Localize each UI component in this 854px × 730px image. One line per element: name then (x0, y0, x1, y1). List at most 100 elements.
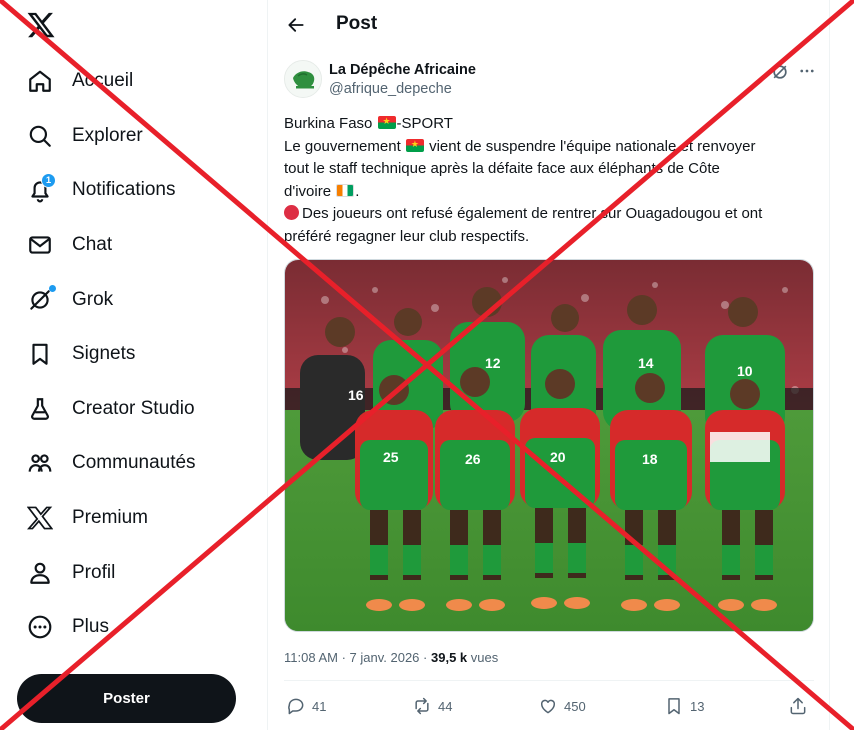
post-header: Post (268, 0, 830, 50)
repost-count: 44 (438, 698, 453, 714)
bell-icon: 1 (26, 173, 56, 204)
svg-text:14: 14 (638, 355, 654, 371)
nav-label-grok: Grok (72, 288, 114, 310)
people-icon (26, 449, 54, 477)
person-icon (26, 559, 54, 587)
nav-item-profile[interactable]: Profil (0, 545, 268, 600)
tweet-date[interactable]: 7 janv. 2026 (350, 650, 420, 665)
burkina-flag-icon (405, 138, 424, 152)
tweet-text-segment: Burkina Faso (284, 115, 377, 132)
search-icon (26, 122, 54, 150)
arrow-left-icon (288, 18, 304, 32)
nav-label-communities: Communautés (72, 452, 196, 474)
grok-icon (773, 65, 787, 79)
tweet-photo[interactable]: 16 12 14 10 25 26 20 18 (284, 259, 814, 632)
nav-item-bookmarks[interactable]: Signets (0, 327, 268, 382)
post-button[interactable]: Poster (17, 674, 236, 723)
team-photo: 16 12 14 10 25 26 20 18 (285, 260, 813, 631)
views-label: vues (470, 650, 499, 665)
tweet-line: Le gouvernement vient de suspendre l'équ… (284, 136, 816, 159)
grok-explain-button[interactable] (770, 62, 792, 82)
repost-icon (415, 697, 429, 715)
tweet-line: d'ivoire . (284, 181, 816, 204)
svg-text:25: 25 (383, 449, 399, 465)
burkina-flag-icon (377, 116, 396, 129)
tweet-text-segment: vient de suspendre l'équipe nationale et… (424, 137, 756, 155)
tweet-line: Des joueurs ont refusé également de rent… (284, 203, 816, 226)
heart-icon (540, 699, 556, 714)
svg-text:16: 16 (348, 387, 364, 403)
nav-label-notifications: Notifications (72, 179, 176, 201)
reply-button[interactable]: 41 (286, 692, 326, 720)
tweet-text-segment: Des joueurs ont refusé également de rent… (302, 205, 763, 222)
tweet-text-segment: Le gouvernement (284, 137, 405, 155)
author-handle[interactable]: @afrique_depeche (329, 81, 452, 97)
svg-text:10: 10 (737, 363, 753, 379)
post-detail: Post La Dépêche Africaine @afrique_depec… (268, 0, 830, 730)
more-circle-icon (26, 613, 54, 641)
bookmark-button[interactable]: 13 (664, 692, 704, 720)
bookmark-count: 13 (690, 698, 705, 714)
svg-text:20: 20 (550, 449, 566, 465)
reply-icon (288, 698, 304, 715)
red-circle-icon (284, 205, 299, 220)
nav-label-explore: Explorer (72, 124, 143, 146)
tweet-text-segment: tout le staff technique après la défaite… (284, 160, 720, 177)
svg-text:18: 18 (642, 451, 658, 467)
tweet-line: tout le staff technique après la défaite… (284, 158, 816, 181)
like-button[interactable]: 450 (538, 692, 586, 720)
back-button[interactable] (280, 9, 312, 41)
ivory-coast-flag-icon (336, 183, 355, 197)
meta-separator: · (423, 650, 431, 665)
sidebar: Accueil Explorer 1 Notifications Chat Gr… (0, 0, 268, 730)
flask-icon (26, 395, 54, 423)
more-options-button[interactable] (796, 61, 818, 81)
tweet-text-segment: d'ivoire (284, 182, 336, 200)
avatar[interactable] (284, 60, 322, 98)
nav-item-communities[interactable]: Communautés (0, 436, 268, 491)
share-button[interactable] (788, 692, 808, 720)
nav-item-grok[interactable]: Grok (0, 272, 268, 327)
nav-label-chat: Chat (72, 234, 113, 256)
tweet-line: préféré regagner leur club respectifs. (284, 226, 816, 249)
svg-text:12: 12 (485, 355, 501, 371)
nav-item-home[interactable]: Accueil (0, 54, 268, 109)
nav-label-bookmarks: Signets (72, 343, 136, 365)
svg-text:26: 26 (465, 451, 481, 467)
primary-nav: Accueil Explorer 1 Notifications Chat Gr… (0, 54, 268, 655)
x-logo-icon[interactable] (26, 10, 56, 40)
meta-separator: · (341, 650, 350, 665)
nav-label-home: Accueil (72, 70, 134, 92)
nav-label-profile: Profil (72, 561, 116, 583)
tweet-text-segment: -SPORT (396, 115, 453, 132)
nav-item-premium[interactable]: Premium (0, 491, 268, 546)
nav-item-creator-studio[interactable]: Creator Studio (0, 382, 268, 437)
ellipsis-icon (800, 69, 814, 73)
like-count: 450 (564, 698, 586, 714)
author-name[interactable]: La Dépêche Africaine (329, 62, 476, 78)
nav-item-more[interactable]: Plus (0, 600, 268, 655)
nav-label-creator-studio: Creator Studio (72, 397, 195, 419)
tweet-text-segment: préféré regagner leur club respectifs. (284, 227, 530, 245)
x-logo-icon (26, 504, 54, 532)
tweet-line: Burkina Faso -SPORT (284, 113, 816, 136)
nav-item-explore[interactable]: Explorer (0, 109, 268, 164)
home-icon (26, 67, 54, 95)
page-title: Post (336, 13, 378, 34)
nav-item-notifications[interactable]: 1 Notifications (0, 163, 268, 218)
grok-dot (49, 284, 56, 292)
nav-label-more: Plus (72, 616, 109, 638)
tweet-text: Burkina Faso -SPORT Le gouvernement vien… (284, 113, 816, 248)
grok-icon (26, 284, 56, 314)
divider (284, 680, 814, 681)
tweet-text-segment: . (355, 182, 360, 200)
reply-count: 41 (312, 698, 327, 714)
notification-badge: 1 (41, 173, 56, 189)
nav-label-premium: Premium (72, 507, 149, 529)
repost-button[interactable]: 44 (412, 692, 452, 720)
nav-item-chat[interactable]: Chat (0, 218, 268, 273)
share-icon (790, 697, 806, 715)
tweet-time[interactable]: 11:08 AM (284, 650, 338, 665)
envelope-icon (26, 231, 54, 259)
bookmark-icon (26, 340, 54, 368)
